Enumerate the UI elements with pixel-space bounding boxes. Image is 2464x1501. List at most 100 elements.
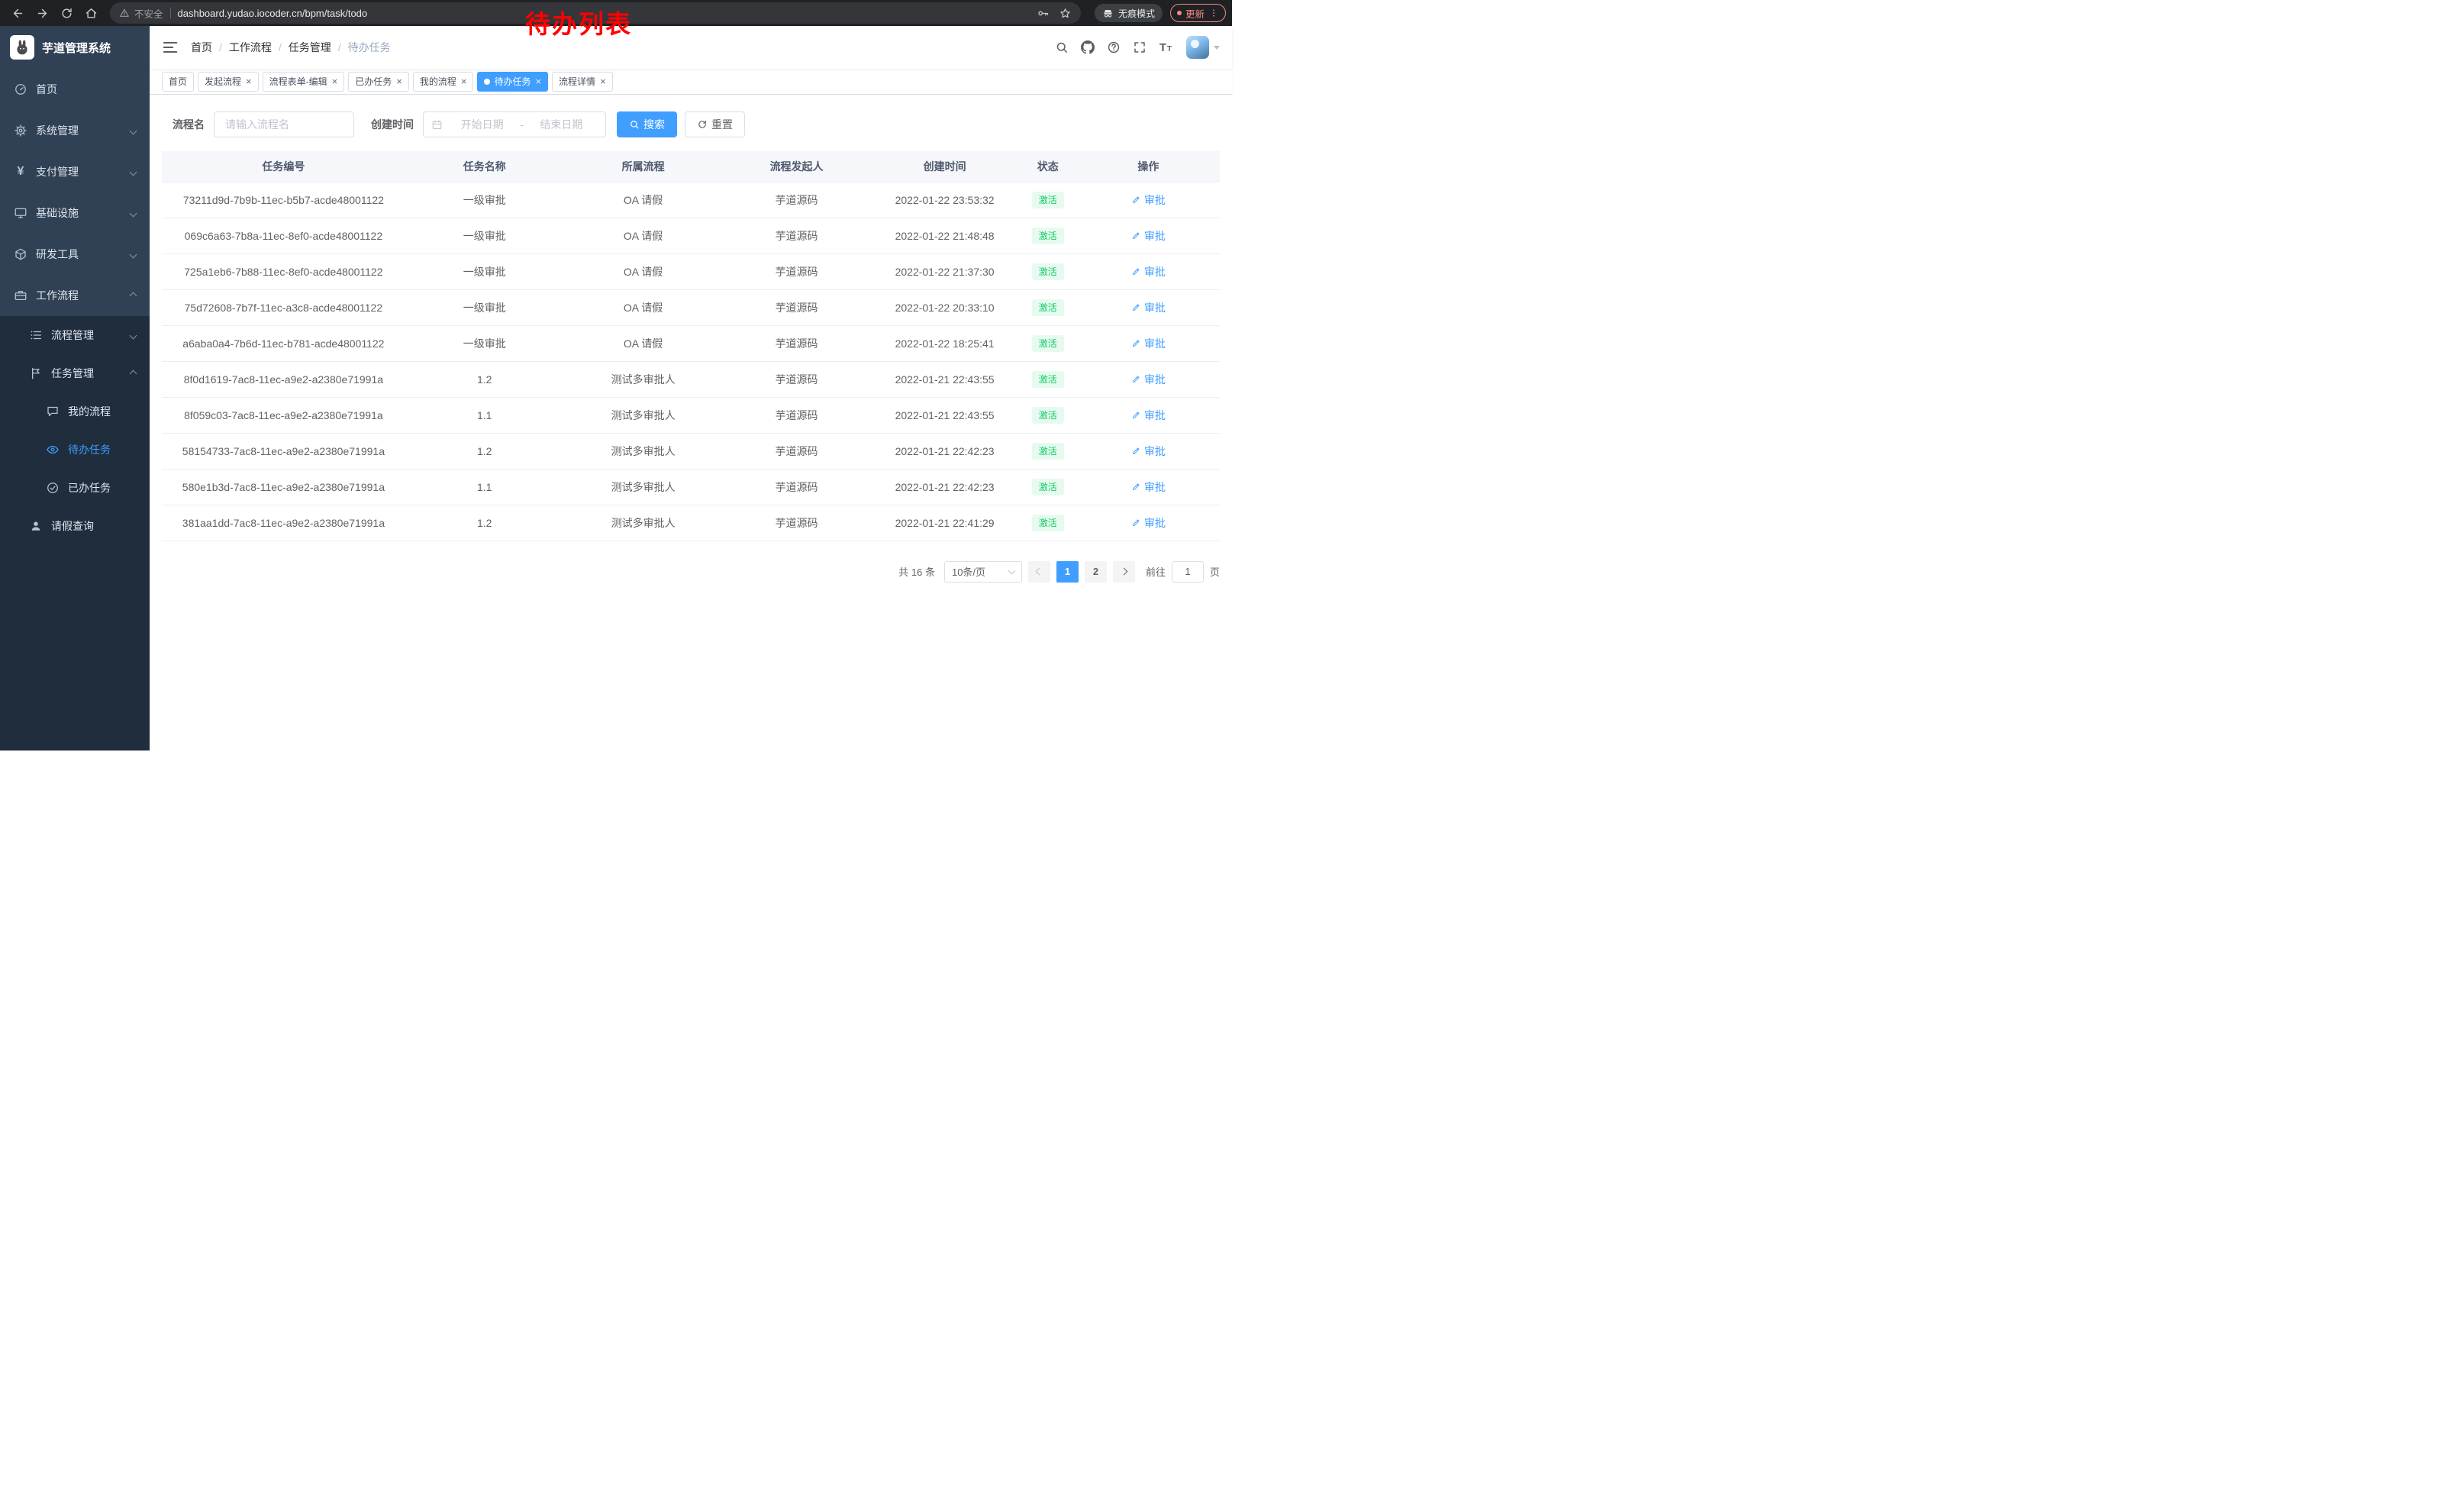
browser-update-button[interactable]: 更新	[1170, 4, 1226, 22]
approve-link[interactable]: 审批	[1131, 372, 1166, 387]
key-icon[interactable]	[1037, 7, 1050, 20]
cell-created: 2022-01-21 22:42:23	[871, 433, 1019, 469]
active-tab-dot-icon	[484, 79, 490, 85]
pen-icon	[1131, 302, 1141, 312]
table-row: 580e1b3d-7ac8-11ec-a9e2-a2380e71991a1.1测…	[162, 469, 1220, 505]
cell-action: 审批	[1077, 469, 1220, 505]
tab-process-detail[interactable]: 流程详情×	[552, 72, 613, 92]
chevron-up-icon	[130, 292, 137, 299]
header-search-button[interactable]	[1050, 36, 1073, 59]
close-icon[interactable]: ×	[600, 76, 606, 86]
breadcrumb: 首页/工作流程/任务管理/待办任务	[191, 40, 391, 55]
page-buttons: 12	[1056, 561, 1107, 583]
docs-help-button[interactable]	[1102, 36, 1125, 59]
person-icon	[29, 519, 43, 533]
cell-process: 测试多审批人	[564, 361, 723, 397]
cell-task-name: 一级审批	[405, 182, 564, 218]
reload-icon	[60, 7, 73, 20]
sidebar-item-process-management[interactable]: 流程管理	[0, 316, 150, 354]
task-table: 任务编号任务名称所属流程流程发起人创建时间状态操作 73211d9d-7b9b-…	[162, 151, 1220, 541]
cell-status: 激活	[1019, 505, 1077, 541]
browser-back-button[interactable]	[6, 2, 29, 24]
approve-link[interactable]: 审批	[1131, 515, 1166, 531]
cell-process: OA 请假	[564, 325, 723, 361]
goto-page-input[interactable]	[1172, 561, 1204, 583]
date-range-picker[interactable]: -	[423, 111, 606, 137]
prev-page-button[interactable]	[1028, 561, 1050, 583]
approve-link[interactable]: 审批	[1131, 192, 1166, 208]
close-icon[interactable]: ×	[535, 76, 541, 86]
sidebar-collapse-button[interactable]	[162, 39, 179, 56]
reset-button[interactable]: 重置	[685, 111, 745, 137]
tab-my-processes[interactable]: 我的流程×	[413, 72, 474, 92]
sidebar-item-workflow[interactable]: 工作流程	[0, 275, 150, 316]
font-size-button[interactable]: TT	[1154, 36, 1177, 59]
cell-initiator: 芋道源码	[723, 433, 871, 469]
top-navbar: 首页/工作流程/任务管理/待办任务 TT	[150, 26, 1232, 69]
sidebar-item-infrastructure[interactable]: 基础设施	[0, 192, 150, 234]
browser-menu-icon[interactable]	[1208, 8, 1219, 18]
page-button-1[interactable]: 1	[1056, 561, 1079, 583]
approve-link-label: 审批	[1144, 228, 1166, 244]
start-date-input[interactable]	[446, 118, 518, 131]
sidebar-item-leave-query[interactable]: 请假查询	[0, 507, 150, 545]
column-header: 任务编号	[162, 151, 405, 182]
chevron-right-icon	[1121, 568, 1128, 576]
fullscreen-button[interactable]	[1128, 36, 1151, 59]
cell-task-name: 1.2	[405, 361, 564, 397]
approve-link[interactable]: 审批	[1131, 300, 1166, 315]
breadcrumb-item[interactable]: 工作流程	[229, 40, 272, 55]
tab-home[interactable]: 首页	[162, 72, 194, 92]
close-icon[interactable]: ×	[246, 76, 252, 86]
breadcrumb-item[interactable]: 首页	[191, 40, 212, 55]
menu-item-label: 首页	[36, 82, 57, 97]
cell-initiator: 芋道源码	[723, 182, 871, 218]
tab-done-tasks[interactable]: 已办任务×	[348, 72, 409, 92]
browser-forward-button[interactable]	[31, 2, 53, 24]
sidebar-item-my-processes[interactable]: 我的流程	[0, 392, 150, 431]
next-page-button[interactable]	[1113, 561, 1135, 583]
pen-icon	[1131, 518, 1141, 528]
address-divider	[170, 8, 171, 18]
tab-process-form-edit[interactable]: 流程表单-编辑×	[263, 72, 345, 92]
search-button[interactable]: 搜索	[617, 111, 677, 137]
approve-link[interactable]: 审批	[1131, 336, 1166, 351]
close-icon[interactable]: ×	[461, 76, 467, 86]
bookmark-star-icon[interactable]	[1059, 7, 1072, 20]
tab-todo-tasks[interactable]: 待办任务×	[477, 72, 548, 92]
user-menu[interactable]	[1186, 36, 1220, 59]
browser-home-button[interactable]	[79, 2, 102, 24]
close-icon[interactable]: ×	[332, 76, 338, 86]
warning-icon	[119, 8, 130, 18]
approve-link[interactable]: 审批	[1131, 264, 1166, 279]
approve-link[interactable]: 审批	[1131, 408, 1166, 423]
page-button-2[interactable]: 2	[1085, 561, 1107, 583]
chevron-down-icon	[130, 209, 137, 217]
approve-link[interactable]: 审批	[1131, 444, 1166, 459]
end-date-input[interactable]	[525, 118, 598, 131]
sidebar-item-home[interactable]: 首页	[0, 69, 150, 110]
sidebar-item-system-management[interactable]: 系统管理	[0, 110, 150, 151]
cell-task-name: 一级审批	[405, 253, 564, 289]
sidebar-item-todo-tasks[interactable]: 待办任务	[0, 431, 150, 469]
cell-action: 审批	[1077, 325, 1220, 361]
browser-reload-button[interactable]	[55, 2, 78, 24]
page-size-select[interactable]: 10条/页	[944, 561, 1022, 583]
cell-process: 测试多审批人	[564, 505, 723, 541]
status-badge: 激活	[1032, 407, 1064, 424]
approve-link[interactable]: 审批	[1131, 479, 1166, 495]
app-logo[interactable]: 芋道管理系统	[0, 26, 150, 69]
close-icon[interactable]: ×	[396, 76, 402, 86]
sidebar-item-task-management[interactable]: 任务管理	[0, 354, 150, 392]
sidebar-item-dev-tools[interactable]: 研发工具	[0, 234, 150, 275]
github-icon	[1081, 40, 1095, 54]
tab-initiate-process[interactable]: 发起流程×	[198, 72, 259, 92]
breadcrumb-item[interactable]: 任务管理	[289, 40, 331, 55]
cell-task-id: 75d72608-7b7f-11ec-a3c8-acde48001122	[162, 289, 405, 325]
github-link[interactable]	[1076, 36, 1099, 59]
menu-item-label: 工作流程	[36, 288, 79, 303]
sidebar-item-payment-management[interactable]: ¥支付管理	[0, 151, 150, 192]
approve-link[interactable]: 审批	[1131, 228, 1166, 244]
sidebar-item-done-tasks[interactable]: 已办任务	[0, 469, 150, 507]
process-name-input[interactable]	[214, 111, 354, 137]
